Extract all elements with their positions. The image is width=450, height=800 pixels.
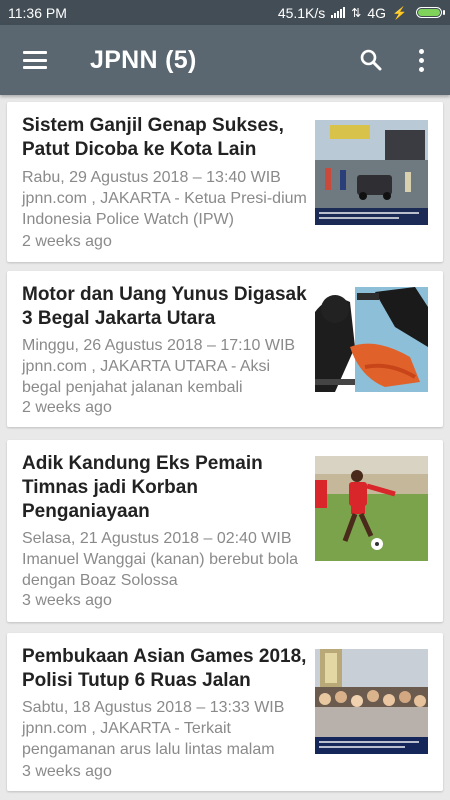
article-age: 2 weeks ago [22, 233, 112, 250]
app-bar: JPNN (5) [0, 25, 450, 95]
news-card[interactable]: Pembukaan Asian Games 2018, Polisi Tutup… [7, 633, 443, 791]
article-thumbnail [315, 287, 428, 392]
article-title: Adik Kandung Eks Pemain Timnas jadi Korb… [22, 453, 263, 522]
search-icon [360, 49, 382, 71]
article-age: 3 weeks ago [22, 592, 112, 609]
article-thumbnail [315, 456, 428, 561]
status-time: 11:36 PM [8, 4, 67, 21]
news-card[interactable]: Sistem Ganjil Genap Sukses, Patut Dicoba… [7, 102, 443, 262]
menu-button[interactable] [0, 25, 70, 95]
article-age: 2 weeks ago [22, 399, 112, 416]
article-title: Motor dan Uang Yunus Digasak 3 Begal Jak… [22, 284, 307, 329]
network-type: 4G [367, 4, 387, 21]
article-snippet: Rabu, 29 Agustus 2018 – 13:40 WIB jpnn.c… [22, 169, 307, 228]
status-bar: 11:36 PM 45.1K/s ⇅ 4G ⚡ [0, 0, 450, 25]
article-snippet: Selasa, 21 Agustus 2018 – 02:40 WIB Iman… [22, 530, 299, 589]
app-title: JPNN (5) [90, 45, 197, 74]
article-title: Pembukaan Asian Games 2018, Polisi Tutup… [22, 646, 307, 691]
search-button[interactable] [346, 25, 396, 95]
more-vert-icon [418, 48, 424, 72]
article-snippet: Sabtu, 18 Agustus 2018 – 13:33 WIB jpnn.… [22, 699, 285, 758]
signal-icon [331, 7, 346, 18]
article-thumbnail [315, 649, 428, 754]
article-title: Sistem Ganjil Genap Sukses, Patut Dicoba… [22, 115, 284, 160]
article-snippet: Minggu, 26 Agustus 2018 – 17:10 WIB jpnn… [22, 337, 296, 396]
charging-icon: ⚡ [392, 5, 407, 20]
article-thumbnail [315, 120, 428, 225]
more-options-button[interactable] [396, 25, 446, 95]
status-indicators: 45.1K/s ⇅ 4G ⚡ [277, 4, 445, 21]
menu-icon [23, 51, 47, 69]
article-age: 3 weeks ago [22, 763, 112, 780]
news-card[interactable]: Adik Kandung Eks Pemain Timnas jadi Korb… [7, 440, 443, 622]
news-card[interactable]: Motor dan Uang Yunus Digasak 3 Begal Jak… [7, 271, 443, 427]
data-transfer-icon: ⇅ [351, 5, 362, 20]
network-speed: 45.1K/s [277, 4, 326, 21]
battery-icon [416, 7, 445, 18]
